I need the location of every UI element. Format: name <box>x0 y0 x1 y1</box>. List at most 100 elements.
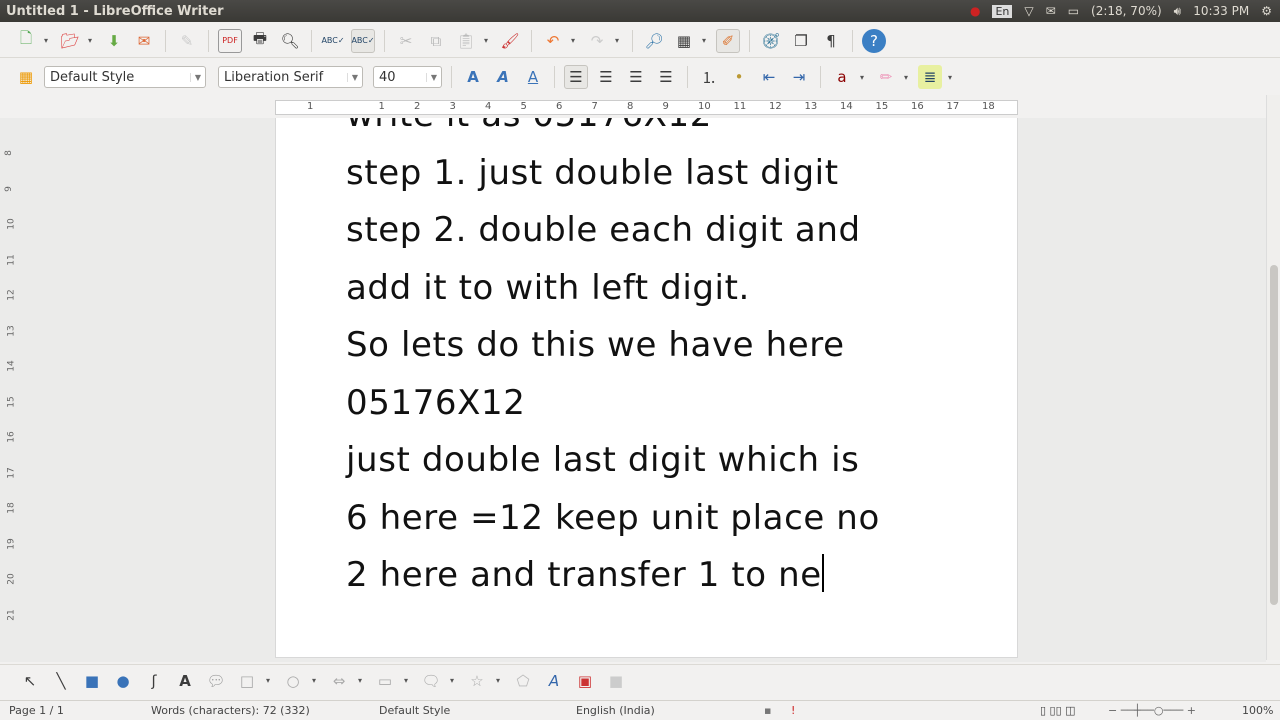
redo-dropdown[interactable]: ▾ <box>615 36 623 45</box>
callouts-icon[interactable]: 🗨︎ <box>419 669 443 693</box>
clone-formatting-icon[interactable]: 🖌︎ <box>498 29 522 53</box>
callouts-dropdown[interactable]: ▾ <box>450 676 458 685</box>
numbering-icon[interactable]: ⒈ <box>697 65 721 89</box>
highlighting-dropdown[interactable]: ▾ <box>904 73 912 82</box>
decrease-indent-icon[interactable]: ⇤ <box>757 65 781 89</box>
freeform-icon[interactable]: ʃ <box>142 669 166 693</box>
selection-mode-icon[interactable]: ▪ <box>764 704 771 717</box>
block-arrows-icon[interactable]: ⇔ <box>327 669 351 693</box>
battery-icon[interactable]: ▭ <box>1068 4 1079 18</box>
edit-file-icon[interactable]: ✎ <box>175 29 199 53</box>
points-icon[interactable]: ⬠ <box>511 669 535 693</box>
font-size-select[interactable]: 40 ▼ <box>373 66 442 88</box>
new-dropdown[interactable]: ▾ <box>44 36 52 45</box>
flowchart-icon[interactable]: ▭ <box>373 669 397 693</box>
navigator-icon[interactable]: 🧭︎ <box>759 29 783 53</box>
text-icon[interactable]: A <box>173 669 197 693</box>
background-color-icon[interactable]: ≣ <box>918 65 942 89</box>
print-preview-icon[interactable]: 🔍︎ <box>278 29 302 53</box>
rectangle-icon[interactable]: ■ <box>80 669 104 693</box>
table-dropdown[interactable]: ▾ <box>702 36 710 45</box>
increase-indent-icon[interactable]: ⇥ <box>787 65 811 89</box>
table-icon[interactable]: ▦ <box>672 29 696 53</box>
battery-status[interactable]: (2:18, 70%) <box>1091 4 1162 18</box>
copy-icon[interactable]: ⧉ <box>424 29 448 53</box>
align-left-icon[interactable]: ☰ <box>564 65 588 89</box>
basic-shapes-dropdown[interactable]: ▾ <box>266 676 274 685</box>
mail-icon[interactable]: ✉ <box>1046 4 1056 18</box>
paste-dropdown[interactable]: ▾ <box>484 36 492 45</box>
ellipse-icon[interactable]: ● <box>111 669 135 693</box>
page-count[interactable]: Page 1 / 1 <box>9 704 64 717</box>
view-layout-icon[interactable]: ▯ ▯▯ ◫ <box>1040 704 1076 717</box>
vertical-scrollbar[interactable] <box>1266 95 1280 660</box>
flowchart-dropdown[interactable]: ▾ <box>404 676 412 685</box>
volume-icon[interactable]: 🔊︎ <box>1174 4 1182 19</box>
document-modified-icon[interactable]: ! <box>791 704 795 717</box>
font-color-dropdown[interactable]: ▾ <box>860 73 868 82</box>
gallery-icon[interactable]: ❐ <box>789 29 813 53</box>
stars-icon[interactable]: ☆ <box>465 669 489 693</box>
bold-icon[interactable]: A <box>461 65 485 89</box>
undo-dropdown[interactable]: ▾ <box>571 36 579 45</box>
styles-formatting-icon[interactable]: ▦ <box>14 65 38 89</box>
bullets-icon[interactable]: • <box>727 65 751 89</box>
symbol-shapes-icon[interactable]: ○ <box>281 669 305 693</box>
justify-icon[interactable]: ☰ <box>654 65 678 89</box>
font-color-icon[interactable]: a <box>830 65 854 89</box>
keyboard-indicator[interactable]: En <box>992 4 1013 18</box>
background-color-dropdown[interactable]: ▾ <box>948 73 956 82</box>
spellcheck-icon[interactable]: ABC✓ <box>321 29 345 53</box>
paragraph-style-select[interactable]: Default Style ▼ <box>44 66 206 88</box>
print-icon[interactable]: 🖶 <box>248 29 272 53</box>
document-text[interactable]: write it as 05176X12 step 1. just double … <box>346 118 880 605</box>
extrusion-icon[interactable]: ■ <box>604 669 628 693</box>
font-name-select[interactable]: Liberation Serif ▼ <box>218 66 363 88</box>
formatting-marks-icon[interactable]: ¶ <box>819 29 843 53</box>
basic-shapes-icon[interactable]: □ <box>235 669 259 693</box>
paste-icon[interactable]: 📋︎ <box>454 29 478 53</box>
line-icon[interactable]: ╲ <box>49 669 73 693</box>
insert-image-icon[interactable]: ▣ <box>573 669 597 693</box>
symbol-shapes-dropdown[interactable]: ▾ <box>312 676 320 685</box>
new-document-icon[interactable]: 🗋 <box>14 29 38 53</box>
power-icon[interactable]: ⚙ <box>1261 4 1272 18</box>
callout-icon[interactable]: 💬︎ <box>204 669 228 693</box>
fontwork-icon[interactable]: A <box>542 669 566 693</box>
redo-icon[interactable]: ↷ <box>585 29 609 53</box>
recorder-icon[interactable]: ● <box>970 4 980 18</box>
open-dropdown[interactable]: ▾ <box>88 36 96 45</box>
open-icon[interactable]: 📂︎ <box>58 29 82 53</box>
wifi-icon[interactable]: ▽ <box>1024 4 1033 18</box>
undo-icon[interactable]: ↶ <box>541 29 565 53</box>
horizontal-ruler[interactable]: 1 1 2 3 4 5 6 7 8 9 10 11 12 13 14 15 16 17 18 <box>275 100 1018 115</box>
zoom-level[interactable]: 100% <box>1242 704 1273 717</box>
clock[interactable]: 10:33 PM <box>1193 4 1249 18</box>
help-icon[interactable]: ? <box>862 28 886 53</box>
scrollbar-thumb[interactable] <box>1270 265 1278 605</box>
stars-dropdown[interactable]: ▾ <box>496 676 504 685</box>
vruler-tick: 19 <box>6 537 17 550</box>
language[interactable]: English (India) <box>576 704 655 717</box>
align-center-icon[interactable]: ☰ <box>594 65 618 89</box>
cut-icon[interactable]: ✂ <box>394 29 418 53</box>
underline-icon[interactable]: A <box>521 65 545 89</box>
word-count[interactable]: Words (characters): 72 (332) <box>151 704 310 717</box>
highlighting-icon[interactable]: ✏ <box>874 65 898 89</box>
find-replace-icon[interactable]: 🔎︎ <box>642 29 666 53</box>
export-pdf-icon[interactable]: PDF <box>218 28 242 53</box>
block-arrows-dropdown[interactable]: ▾ <box>358 676 366 685</box>
select-icon[interactable]: ↖ <box>18 669 42 693</box>
save-icon[interactable]: ⬇ <box>102 29 126 53</box>
align-right-icon[interactable]: ☰ <box>624 65 648 89</box>
email-icon[interactable]: ✉ <box>132 29 156 53</box>
italic-icon[interactable]: A <box>491 65 515 89</box>
ruler-tick: 11 <box>733 101 747 112</box>
paragraph-style-value: Default Style <box>50 69 135 85</box>
autospellcheck-icon[interactable]: ABC✓ <box>351 28 375 53</box>
page-style[interactable]: Default Style <box>379 704 450 717</box>
show-draw-functions-icon[interactable]: ✐ <box>716 28 740 53</box>
vertical-ruler[interactable]: 8 9 10 11 12 13 14 15 16 17 18 19 20 21 <box>4 118 18 648</box>
document-page[interactable]: write it as 05176X12 step 1. just double … <box>275 118 1018 658</box>
zoom-slider[interactable]: − ──┼──○─── + <box>1108 704 1196 717</box>
